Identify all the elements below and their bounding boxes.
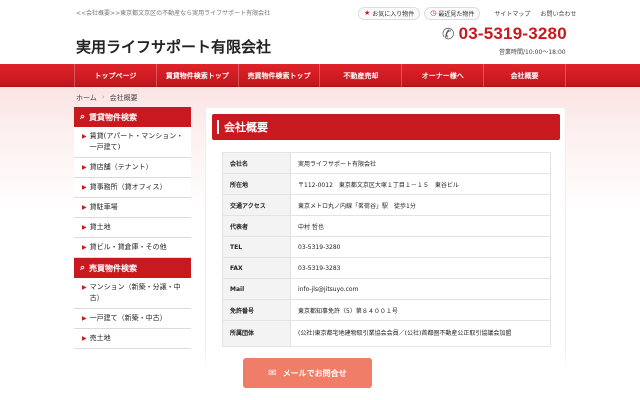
sidebar-item-label: 貸駐車場 — [89, 203, 118, 211]
sidebar-item-rental-office[interactable]: ▶ 貸事務所（貸オフィス） — [74, 178, 191, 198]
breadcrumb-current: 会社概要 — [109, 94, 138, 102]
sidebar-head-rental: ⌕ 賃貸物件検索 — [74, 107, 191, 127]
sidebar-item-rental-land[interactable]: ▶ 貸土地 — [74, 218, 191, 238]
contact-link[interactable]: お問い合わせ — [540, 9, 576, 18]
chevron-right-icon: ▶ — [82, 335, 87, 342]
chevron-right-icon: ▶ — [82, 184, 87, 191]
row-value: 03-5319-3280 — [290, 236, 551, 258]
row-key: TEL — [222, 236, 291, 258]
row-value: 東京メトロ丸ノ内線「茗荷谷」駅 徒歩1分 — [290, 194, 551, 216]
sidebar-item-label: 賃貸(アパート・マンション・一戸建て) — [89, 132, 184, 151]
sidebar-item-label: 貸ビル・貸倉庫・その他 — [89, 243, 167, 251]
row-key: 会社名 — [222, 152, 291, 174]
sidebar-item-rental-parking[interactable]: ▶ 貸駐車場 — [74, 198, 191, 218]
row-value: 東京都知事免許（5）第８４００１号 — [290, 299, 551, 321]
clock-icon: ◷ — [430, 9, 437, 17]
sitemap-link[interactable]: サイトマップ — [494, 9, 530, 18]
row-value-mail[interactable]: info-jls@jitsuyo.com — [290, 278, 551, 300]
main-navbar: トップページ 賃貸物件検索トップ 売買物件検索トップ 不動産売却 オーナー様へ … — [0, 64, 640, 87]
nav-item-company[interactable]: 会社概要 — [484, 64, 566, 87]
nav-item-rental-search[interactable]: 賃貸物件検索トップ — [157, 64, 239, 87]
sidebar-item-label: 貸事務所（貸オフィス） — [89, 183, 167, 191]
sidebar-item-rental-store[interactable]: ▶ 貸店舗（テナント） — [74, 158, 191, 178]
sidebar-item-label: マンション（新築・分譲・中古） — [89, 283, 181, 302]
sidebar-item-label: 貸土地 — [89, 223, 111, 231]
sidebar-item-label: 売土地 — [89, 334, 111, 342]
phone-number: 03-5319-3280 — [458, 24, 567, 43]
row-key: 交通アクセス — [222, 194, 291, 216]
sidebar-head-sale: ⌕ 売買物件検索 — [74, 258, 191, 278]
chevron-right-icon: ▶ — [82, 204, 87, 211]
header-tagline: <<会社概要>>東京都文京区の不動産なら実用ライフサポート有限会社 — [76, 10, 271, 17]
row-key: 所属団体 — [222, 320, 291, 347]
row-key: 所在地 — [222, 173, 291, 195]
row-value: 〒112-0012 東京都文京区大塚１丁目１－１５ 東谷ビル — [290, 173, 551, 195]
sidebar-item-sale-house[interactable]: ▶ 一戸建て（新築・中古） — [74, 309, 191, 329]
row-value: 中村 哲也 — [290, 215, 551, 237]
sidebar-item-sale-mansion[interactable]: ▶ マンション（新築・分譲・中古） — [74, 278, 191, 309]
nav-item-selling[interactable]: 不動産売却 — [320, 64, 403, 87]
sidebar-item-rental-building[interactable]: ▶ 貸ビル・貸倉庫・その他 — [74, 238, 191, 258]
company-info-table: 会社名 実用ライフサポート有限会社 所在地 〒112-0012 東京都文京区大塚… — [222, 152, 551, 347]
breadcrumb-home[interactable]: ホーム — [76, 93, 97, 103]
nav-item-sale-search[interactable]: 売買物件検索トップ — [239, 64, 321, 87]
page-title: 会社概要 — [212, 114, 560, 140]
nav-item-owners[interactable]: オーナー様へ — [402, 64, 485, 87]
chevron-right-icon: ▶ — [82, 284, 87, 291]
phone-number-block[interactable]: ✆ 03-5319-3280 — [442, 24, 567, 44]
table-row: 交通アクセス 東京メトロ丸ノ内線「茗荷谷」駅 徒歩1分 — [222, 194, 551, 216]
row-value: (公社)東京都宅地建物取引業協会会員／(公社)首都圏不動産公正取引協議会加盟 — [290, 320, 551, 347]
row-key: Mail — [222, 278, 291, 300]
table-row: Mail info-jls@jitsuyo.com — [222, 278, 551, 300]
sidebar-head-sale-label: 売買物件検索 — [89, 263, 138, 273]
breadcrumb: ホーム › 会社概要 — [76, 93, 138, 103]
breadcrumb-separator: › — [101, 93, 105, 101]
row-value: 実用ライフサポート有限会社 — [290, 152, 551, 174]
mail-inquiry-button[interactable]: ✉ メールでお問合せ — [243, 358, 372, 388]
chevron-right-icon: ▶ — [82, 224, 87, 231]
table-row: 会社名 実用ライフサポート有限会社 — [222, 152, 551, 174]
table-row: FAX 03-5319-3283 — [222, 257, 551, 279]
sidebar: ⌕ 賃貸物件検索 ▶ 賃貸(アパート・マンション・一戸建て) ▶ 貸店舗（テナン… — [74, 107, 191, 349]
recent-viewed-button[interactable]: ◷ 最近見た物件 — [424, 6, 481, 20]
row-key: 免許番号 — [222, 299, 291, 321]
chevron-right-icon: ▶ — [82, 133, 87, 140]
row-key: 代表者 — [222, 215, 291, 237]
header-top-links: ★ お気に入り物件 ◷ 最近見た物件 サイトマップ お問い合わせ — [358, 6, 576, 20]
sidebar-head-rental-label: 賃貸物件検索 — [89, 112, 138, 122]
site-header: <<会社概要>>東京都文京区の不動産なら実用ライフサポート有限会社 実用ライフサ… — [0, 0, 640, 64]
sidebar-item-rental-housing[interactable]: ▶ 賃貸(アパート・マンション・一戸建て) — [74, 127, 191, 158]
search-icon: ⌕ — [80, 112, 86, 122]
business-hours: 営業時間/10:00～18:00 — [499, 49, 566, 56]
sidebar-item-label: 貸店舗（テナント） — [89, 163, 153, 171]
phone-icon: ✆ — [442, 25, 455, 43]
recent-label: 最近見た物件 — [438, 10, 475, 18]
nav-item-top[interactable]: トップページ — [74, 64, 157, 87]
row-key: FAX — [222, 257, 291, 279]
company-logo-name[interactable]: 実用ライフサポート有限会社 — [76, 36, 271, 57]
table-row: TEL 03-5319-3280 — [222, 236, 551, 258]
favorites-button[interactable]: ★ お気に入り物件 — [358, 6, 421, 20]
favorites-label: お気に入り物件 — [372, 10, 415, 18]
table-row: 代表者 中村 哲也 — [222, 215, 551, 237]
table-row: 所属団体 (公社)東京都宅地建物取引業協会会員／(公社)首都圏不動産公正取引協議… — [222, 320, 551, 347]
nav-items: トップページ 賃貸物件検索トップ 売買物件検索トップ 不動産売却 オーナー様へ … — [74, 64, 566, 87]
row-value: 03-5319-3283 — [290, 257, 551, 279]
chevron-right-icon: ▶ — [82, 164, 87, 171]
chevron-right-icon: ▶ — [82, 244, 87, 251]
mail-inquiry-label: メールでお問合せ — [282, 368, 347, 378]
search-icon: ⌕ — [80, 263, 86, 273]
sidebar-item-label: 一戸建て（新築・中古） — [89, 314, 167, 322]
star-icon: ★ — [364, 9, 371, 17]
chevron-right-icon: ▶ — [82, 315, 87, 322]
table-row: 所在地 〒112-0012 東京都文京区大塚１丁目１－１５ 東谷ビル — [222, 173, 551, 195]
envelope-icon: ✉ — [268, 367, 277, 379]
table-row: 免許番号 東京都知事免許（5）第８４００１号 — [222, 299, 551, 321]
